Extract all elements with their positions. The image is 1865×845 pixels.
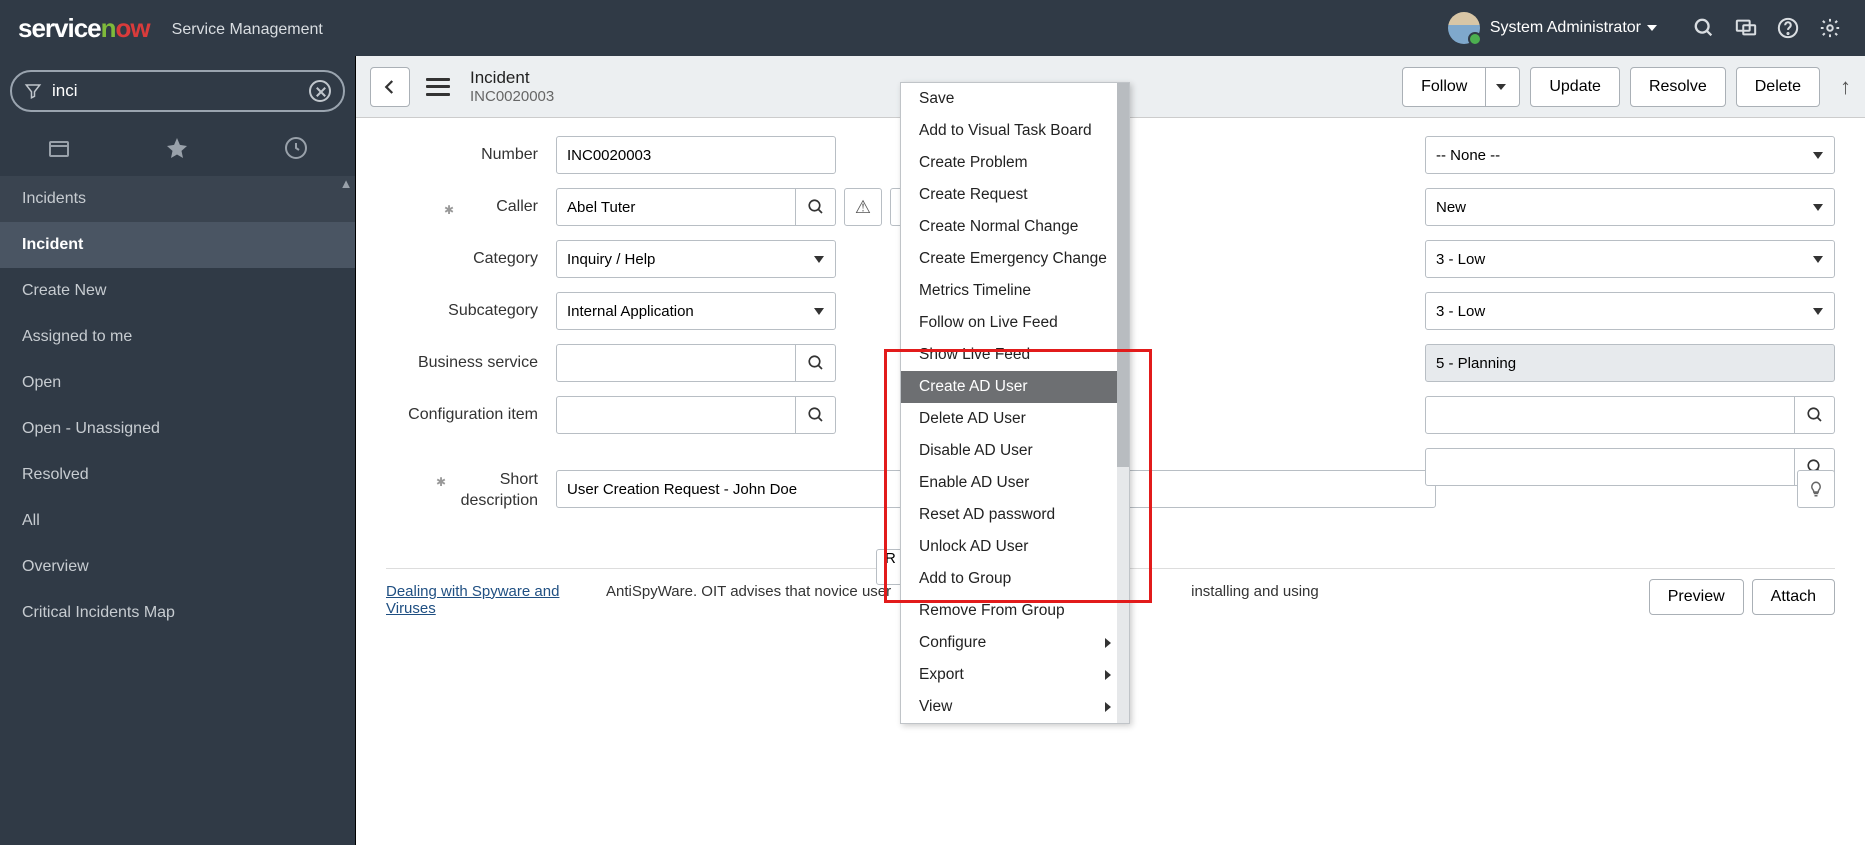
context-menu-item[interactable]: Create AD User <box>901 371 1129 403</box>
form-menu-icon[interactable] <box>426 78 450 96</box>
sidebar-item-assigned-to-me[interactable]: Assigned to me <box>0 314 355 360</box>
context-menu-item[interactable]: Export <box>901 659 1129 691</box>
context-menu-item[interactable]: Save <box>901 83 1129 115</box>
clear-search-icon[interactable] <box>309 80 331 102</box>
help-icon[interactable] <box>1777 17 1805 39</box>
scroll-top-icon[interactable]: ↑ <box>1840 74 1851 100</box>
caller-warning-icon[interactable]: ⚠ <box>844 188 882 226</box>
context-menu-item[interactable]: Create Emergency Change <box>901 243 1129 275</box>
update-button[interactable]: Update <box>1530 67 1620 107</box>
delete-button[interactable]: Delete <box>1736 67 1820 107</box>
context-menu: ▲ SaveAdd to Visual Task BoardCreate Pro… <box>900 82 1130 724</box>
settings-icon[interactable] <box>1819 17 1847 39</box>
nav-all-apps-icon[interactable] <box>47 136 71 160</box>
submenu-caret-icon <box>1105 638 1111 648</box>
kb-article-link[interactable]: Dealing with Spyware and Viruses <box>386 583 566 617</box>
business-service-label: Business service <box>386 354 556 372</box>
context-menu-item[interactable]: Remove From Group <box>901 595 1129 627</box>
right-select-4[interactable]: 3 - Low <box>1425 292 1835 330</box>
number-label: Number <box>386 146 556 164</box>
chat-icon[interactable] <box>1735 17 1763 39</box>
sidebar-item-create-new[interactable]: Create New <box>0 268 355 314</box>
subcategory-label: Subcategory <box>386 302 556 320</box>
ci-lookup-icon[interactable] <box>796 396 836 434</box>
avatar[interactable] <box>1448 12 1480 44</box>
submenu-caret-icon <box>1105 670 1111 680</box>
context-menu-item[interactable]: Configure <box>901 627 1129 659</box>
context-menu-item[interactable]: View <box>901 691 1129 723</box>
business-service-lookup-icon[interactable] <box>796 344 836 382</box>
record-type-label: Incident <box>470 68 554 88</box>
suggestion-bulb-icon[interactable] <box>1797 470 1835 508</box>
user-name[interactable]: System Administrator <box>1490 19 1641 37</box>
context-menu-item[interactable]: Add to Visual Task Board <box>901 115 1129 147</box>
context-menu-item[interactable]: Create Normal Change <box>901 211 1129 243</box>
kb-article-desc: AntiSpyWare. OIT advises that novice use… <box>606 583 891 600</box>
context-menu-scrollbar[interactable]: ▲ <box>1117 83 1129 723</box>
ci-label: Configuration item <box>386 406 556 424</box>
right-input-6[interactable] <box>1425 396 1795 434</box>
context-menu-item[interactable]: Delete AD User <box>901 403 1129 435</box>
sidebar-item-open[interactable]: Open <box>0 360 355 406</box>
sidebar-item-critical-incidents-map[interactable]: Critical Incidents Map <box>0 590 355 636</box>
nav-history-icon[interactable] <box>284 136 308 160</box>
follow-button[interactable]: Follow <box>1402 67 1486 107</box>
attach-button[interactable]: Attach <box>1752 579 1835 615</box>
top-bar: servicenow Service Management System Adm… <box>0 0 1865 56</box>
context-menu-item[interactable]: Reset AD password <box>901 499 1129 531</box>
user-menu-caret-icon[interactable] <box>1647 25 1657 31</box>
sidebar-item-open-unassigned[interactable]: Open - Unassigned <box>0 406 355 452</box>
context-menu-item[interactable]: Metrics Timeline <box>901 275 1129 307</box>
preview-button[interactable]: Preview <box>1649 579 1744 615</box>
chevron-down-icon <box>1496 84 1506 90</box>
business-service-input[interactable] <box>556 344 796 382</box>
nav-favorites-icon[interactable] <box>165 136 189 160</box>
scrollbar-thumb[interactable] <box>1117 83 1129 467</box>
right-readonly-5 <box>1425 344 1835 382</box>
sidebar-item-incident[interactable]: Incident <box>0 222 355 268</box>
back-button[interactable] <box>370 67 410 107</box>
caller-input[interactable] <box>556 188 796 226</box>
number-input[interactable] <box>556 136 836 174</box>
nav-search-input[interactable] <box>52 81 309 101</box>
brand-subtitle: Service Management <box>172 17 323 39</box>
context-menu-item[interactable]: Add to Group <box>901 563 1129 595</box>
resolve-button[interactable]: Resolve <box>1630 67 1726 107</box>
subcategory-select[interactable]: Internal Application <box>556 292 836 330</box>
category-select[interactable]: Inquiry / Help <box>556 240 836 278</box>
right-select-1[interactable]: -- None -- <box>1425 136 1835 174</box>
sidebar-item-resolved[interactable]: Resolved <box>0 452 355 498</box>
follow-dropdown-button[interactable] <box>1486 67 1520 107</box>
sidebar: ▲ Incidents Incident Create New Assigned… <box>0 56 356 845</box>
sidebar-item-overview[interactable]: Overview <box>0 544 355 590</box>
scroll-up-arrow-icon[interactable]: ▲ <box>337 176 355 194</box>
submenu-caret-icon <box>1105 702 1111 712</box>
sidebar-item-incidents[interactable]: Incidents <box>0 176 355 222</box>
filter-icon <box>24 82 42 100</box>
context-menu-item[interactable]: Disable AD User <box>901 435 1129 467</box>
right-select-2[interactable]: New <box>1425 188 1835 226</box>
right-lookup-6-icon[interactable] <box>1795 396 1835 434</box>
context-menu-item[interactable]: Unlock AD User <box>901 531 1129 563</box>
caller-lookup-icon[interactable] <box>796 188 836 226</box>
record-number-label: INC0020003 <box>470 88 554 105</box>
nav-search-box[interactable] <box>10 70 345 112</box>
context-menu-item[interactable]: Create Problem <box>901 147 1129 179</box>
caller-label: Caller <box>386 198 556 216</box>
context-menu-item[interactable]: Follow on Live Feed <box>901 307 1129 339</box>
short-description-label: Shortdescription <box>386 470 556 512</box>
brand-logo: servicenow <box>18 13 150 44</box>
kb-article-desc-2: installing and using <box>1191 583 1319 600</box>
ci-input[interactable] <box>556 396 796 434</box>
category-label: Category <box>386 250 556 268</box>
search-icon[interactable] <box>1693 17 1721 39</box>
right-input-7[interactable] <box>1425 448 1795 486</box>
context-menu-item[interactable]: Show Live Feed <box>901 339 1129 371</box>
context-menu-item[interactable]: Enable AD User <box>901 467 1129 499</box>
sidebar-item-all[interactable]: All <box>0 498 355 544</box>
context-menu-item[interactable]: Create Request <box>901 179 1129 211</box>
right-select-3[interactable]: 3 - Low <box>1425 240 1835 278</box>
